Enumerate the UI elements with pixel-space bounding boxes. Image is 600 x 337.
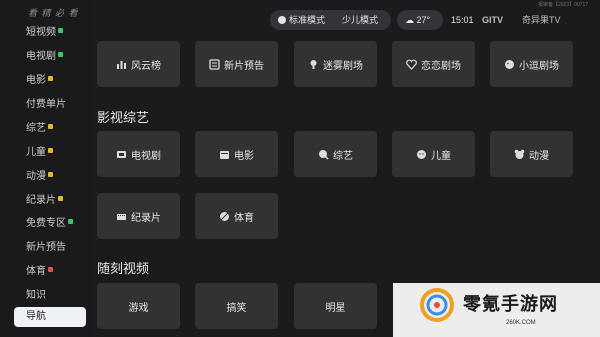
tile-romance-theater[interactable]: 恋恋剧场	[392, 41, 475, 87]
tile-label: 电视剧	[131, 150, 161, 162]
hot-badge-icon	[48, 267, 53, 272]
kids-mode-button[interactable]: 少儿模式	[342, 10, 378, 30]
vip-badge-icon	[48, 76, 53, 81]
sidebar-item-label: 综艺	[26, 123, 46, 134]
tile-label: 恋恋剧场	[421, 60, 461, 72]
tile-label: 体育	[234, 212, 254, 224]
sidebar-item-tv-series[interactable]: 电视剧	[26, 48, 63, 66]
tv-icon	[116, 149, 127, 160]
sidebar-item-label: 纪录片	[26, 195, 56, 206]
film-strip-icon	[116, 211, 127, 222]
tile-movie[interactable]: 电影	[195, 131, 278, 177]
vip-badge-icon	[48, 172, 53, 177]
sidebar-item-label: 体育	[26, 266, 46, 277]
sidebar-item-navigation[interactable]: 导航	[14, 307, 86, 327]
tile-label: 风云榜	[131, 60, 161, 72]
tile-label: 儿童	[431, 150, 451, 162]
heart-icon	[406, 59, 417, 70]
license-note: 报审备【2023】00717	[538, 2, 589, 8]
sidebar-item-label: 免费专区	[26, 218, 66, 229]
sidebar-item-anime[interactable]: 动漫	[26, 168, 53, 186]
app-logo: 看 精 必 看	[28, 8, 79, 18]
section-title: 随刻视频	[97, 261, 150, 276]
sidebar-item-label: 电视剧	[26, 51, 56, 62]
ball-icon	[219, 211, 230, 222]
cloud-icon: ☁	[405, 15, 414, 25]
sidebar-item-label: 短视频	[26, 27, 56, 38]
tile-tv-series[interactable]: 电视剧	[97, 131, 180, 177]
check-icon	[278, 16, 286, 24]
new-badge-icon	[68, 219, 73, 224]
child-face-icon	[416, 149, 427, 160]
sidebar-item-label: 新片预告	[26, 242, 66, 253]
section-title: 影视综艺	[97, 110, 150, 125]
watermark-logo-icon	[420, 288, 454, 322]
sidebar-item-variety[interactable]: 综艺	[26, 120, 53, 138]
vip-badge-icon	[48, 124, 53, 129]
tile-mystery-theater[interactable]: 迷雾剧场	[294, 41, 377, 87]
standard-mode-button[interactable]: 标准模式	[278, 10, 325, 30]
sidebar-item-knowledge[interactable]: 知识	[26, 287, 46, 305]
watermark-url: 260K.COM	[506, 320, 536, 326]
sidebar-item-label: 知识	[26, 290, 46, 301]
brand-logo-secondary: 奇异果TV	[522, 15, 561, 25]
tile-label: 动漫	[529, 150, 549, 162]
tile-label: 迷雾剧场	[323, 60, 363, 72]
mystery-icon	[308, 59, 319, 70]
sidebar-item-sports[interactable]: 体育	[26, 263, 53, 281]
sidebar-item-label: 电影	[26, 75, 46, 86]
new-badge-icon	[58, 52, 63, 57]
tile-label: 游戏	[128, 302, 149, 314]
new-badge-icon	[58, 28, 63, 33]
film-icon	[209, 58, 220, 70]
tile-label: 新片预告	[224, 60, 264, 72]
tile-label: 搞笑	[226, 302, 247, 314]
tile-anime[interactable]: 动漫	[490, 131, 573, 177]
sidebar-item-label: 导航	[26, 311, 46, 322]
tile-comedy-theater[interactable]: 小逗剧场	[490, 41, 573, 87]
sidebar-item-paid-films[interactable]: 付费单片	[26, 96, 66, 114]
chart-icon	[116, 59, 127, 70]
tile-label: 电影	[234, 150, 254, 162]
vip-badge-icon	[48, 148, 53, 153]
tile-games[interactable]: 游戏	[97, 283, 180, 329]
brand-logo: GITV	[482, 15, 504, 25]
sidebar-item-trailers[interactable]: 新片预告	[26, 239, 66, 257]
watermark-text: 零氪手游网	[463, 294, 558, 314]
weather-temp: 27°	[416, 15, 431, 25]
tile-label: 小逗剧场	[519, 60, 559, 72]
sidebar-item-short-video[interactable]: 短视频	[26, 24, 63, 42]
sidebar-item-label: 动漫	[26, 171, 46, 182]
tile-rankings[interactable]: 风云榜	[97, 41, 180, 87]
microphone-icon	[318, 149, 329, 160]
sidebar-item-free-zone[interactable]: 免费专区	[26, 215, 73, 233]
clock: 15:01	[451, 15, 474, 25]
tile-celebrities[interactable]: 明星	[294, 283, 377, 329]
bear-icon	[514, 149, 525, 160]
tile-documentary[interactable]: 纪录片	[97, 193, 180, 239]
tile-kids[interactable]: 儿童	[392, 131, 475, 177]
tile-label: 纪录片	[131, 212, 161, 224]
sidebar-item-movie[interactable]: 电影	[26, 72, 53, 90]
smile-icon	[504, 59, 515, 70]
tile-trailers[interactable]: 新片预告	[195, 41, 278, 87]
tile-label: 综艺	[333, 150, 353, 162]
standard-mode-label: 标准模式	[289, 15, 326, 25]
tile-variety[interactable]: 综艺	[294, 131, 377, 177]
vip-badge-icon	[58, 196, 63, 201]
tile-sports[interactable]: 体育	[195, 193, 278, 239]
sidebar-item-documentary[interactable]: 纪录片	[26, 192, 63, 210]
tile-funny[interactable]: 搞笑	[195, 283, 278, 329]
sidebar-item-label: 付费单片	[26, 99, 66, 110]
sidebar-item-label: 儿童	[26, 147, 46, 158]
weather-widget: ☁ 27°	[397, 10, 443, 30]
sidebar-item-kids[interactable]: 儿童	[26, 144, 53, 162]
clapper-icon	[219, 149, 230, 160]
tile-label: 明星	[325, 302, 346, 314]
